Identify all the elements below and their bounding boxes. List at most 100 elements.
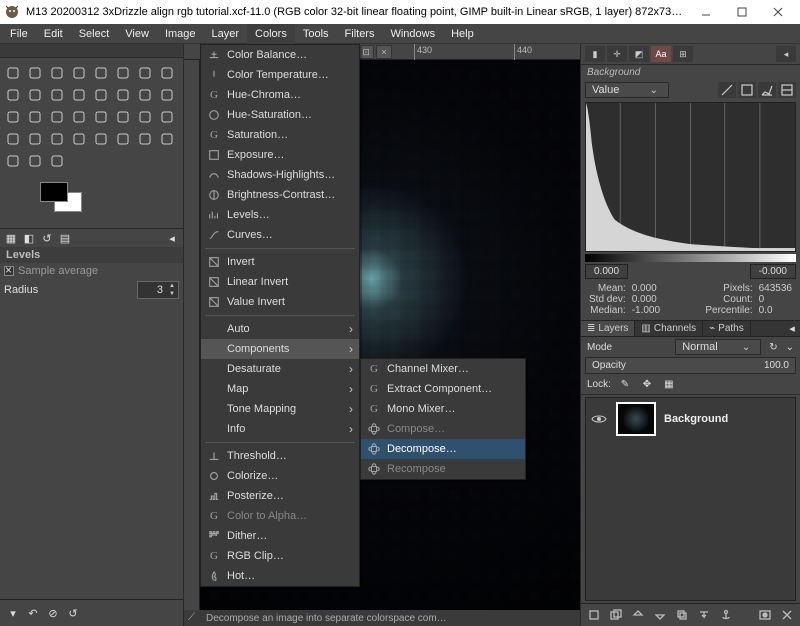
lock-alpha-icon[interactable]: ▦ (661, 376, 677, 392)
menu-item-map[interactable]: Map (201, 379, 359, 399)
mode-dropdown[interactable]: Normal⌄ (675, 339, 761, 355)
close-button[interactable] (760, 0, 796, 24)
tool-paths[interactable] (24, 84, 46, 106)
menu-colors[interactable]: Colors (247, 24, 295, 44)
menu-item-invert[interactable]: Invert (201, 252, 359, 272)
merge-down-icon[interactable] (694, 606, 714, 624)
linear-hist-icon[interactable] (718, 82, 736, 98)
menu-item-hot[interactable]: Hot… (201, 566, 359, 586)
histogram-tab-icon[interactable]: ▮ (585, 46, 605, 62)
tool-clone[interactable] (134, 128, 156, 150)
menu-item-threshold[interactable]: Threshold… (201, 446, 359, 466)
duplicate-layer-icon[interactable] (672, 606, 692, 624)
lock-pixels-icon[interactable]: ✎ (617, 376, 633, 392)
tool-free-select[interactable] (90, 62, 112, 84)
menu-item-tone-mapping[interactable]: Tone Mapping (201, 399, 359, 419)
undo-history-icon[interactable]: ↺ (40, 231, 54, 245)
tool-measure[interactable] (68, 84, 90, 106)
tool-smudge[interactable] (24, 150, 46, 172)
font-aa-icon[interactable]: Aa (651, 46, 671, 62)
menu-select[interactable]: Select (71, 24, 118, 44)
menu-item-dither[interactable]: Dither… (201, 526, 359, 546)
tool-options-tab-icon[interactable]: ▦ (4, 231, 18, 245)
menu-windows[interactable]: Windows (382, 24, 443, 44)
menu-item-saturation[interactable]: GSaturation… (201, 125, 359, 145)
tool-pencil[interactable] (2, 128, 24, 150)
tool-warp[interactable] (90, 106, 112, 128)
menu-item-posterize[interactable]: Posterize… (201, 486, 359, 506)
visibility-eye-icon[interactable] (590, 410, 608, 428)
log-hist-icon[interactable] (738, 82, 756, 98)
tool-ink[interactable] (90, 128, 112, 150)
raise-layer-icon[interactable] (628, 606, 648, 624)
images-list-icon[interactable]: ▤ (58, 231, 72, 245)
tool-mypaint[interactable] (112, 128, 134, 150)
quick-mask-icon[interactable]: ⊡ (358, 45, 374, 59)
tool-align[interactable] (24, 62, 46, 84)
tool-scissors[interactable] (156, 62, 178, 84)
menu-item-info[interactable]: Info (201, 419, 359, 439)
switch-mode-icon[interactable]: ↻ (767, 342, 779, 353)
fg-color-swatch[interactable] (40, 182, 68, 202)
tab-layers[interactable]: ≣Layers (581, 321, 635, 336)
delete-layer-icon[interactable] (777, 606, 797, 624)
radius-spinner-arrows[interactable]: ▲▼ (166, 282, 178, 298)
radius-spinner[interactable]: 3 ▲▼ (137, 281, 179, 299)
tool-color-select[interactable] (134, 62, 156, 84)
opacity-value[interactable]: 100.0 (764, 360, 789, 371)
dock-menu-icon[interactable]: ◂ (776, 46, 796, 62)
menu-item-curves[interactable]: Curves… (201, 225, 359, 245)
menu-item-auto[interactable]: Auto (201, 319, 359, 339)
tool-paintbrush[interactable] (24, 128, 46, 150)
tool-heal[interactable] (156, 128, 178, 150)
delete-options-icon[interactable]: ⊘ (44, 604, 62, 622)
menu-tools[interactable]: Tools (295, 24, 337, 44)
tool-airbrush[interactable] (68, 128, 90, 150)
menu-item-value-invert[interactable]: Value Invert (201, 292, 359, 312)
tool-blur[interactable] (2, 150, 24, 172)
histogram-display[interactable] (585, 102, 796, 252)
tool-gradient[interactable] (156, 106, 178, 128)
sample-average-checkbox[interactable] (4, 266, 14, 276)
navigator-tab-icon[interactable]: ⊞ (673, 46, 693, 62)
channel-dropdown[interactable]: Value ⌄ (585, 82, 669, 98)
menu-item-extract-component[interactable]: GExtract Component… (361, 379, 525, 399)
menu-filters[interactable]: Filters (337, 24, 383, 44)
mode-chevron-icon[interactable]: ⌄ (786, 342, 794, 353)
restore-options-icon[interactable]: ↶ (24, 604, 42, 622)
lower-layer-icon[interactable] (650, 606, 670, 624)
tool-scale[interactable] (156, 84, 178, 106)
tab-channels[interactable]: ▥Channels (635, 321, 703, 336)
menu-item-linear-invert[interactable]: Linear Invert (201, 272, 359, 292)
layer-name-label[interactable]: Background (664, 413, 728, 425)
tool-crop[interactable] (112, 84, 134, 106)
sample-points-icon[interactable]: ◩ (629, 46, 649, 62)
tool-eraser[interactable] (46, 128, 68, 150)
color-swatches[interactable] (40, 182, 90, 222)
menu-item-color-temperature[interactable]: Color Temperature… (201, 65, 359, 85)
lock-position-icon[interactable]: ✥ (639, 376, 655, 392)
menu-item-desaturate[interactable]: Desaturate (201, 359, 359, 379)
tool-ellipse-select[interactable] (68, 62, 90, 84)
menu-item-rgb-clip[interactable]: GRGB Clip… (201, 546, 359, 566)
menu-item-shadows-highlights[interactable]: Shadows-Highlights… (201, 165, 359, 185)
tool-rotate[interactable] (134, 84, 156, 106)
new-group-icon[interactable] (606, 606, 626, 624)
menu-help[interactable]: Help (443, 24, 482, 44)
tool-fuzzy-select[interactable] (112, 62, 134, 84)
menu-item-hue-chroma[interactable]: GHue-Chroma… (201, 85, 359, 105)
sample-average-checkbox-row[interactable]: Sample average (0, 263, 183, 279)
menu-item-colorize[interactable]: Colorize… (201, 466, 359, 486)
tool-perspective[interactable] (24, 106, 46, 128)
rgb-hist-icon[interactable] (778, 82, 796, 98)
tool-shear[interactable] (2, 106, 24, 128)
tool-move[interactable] (2, 62, 24, 84)
range-high[interactable]: -0.000 (750, 264, 796, 279)
menu-item-components[interactable]: Components (201, 339, 359, 359)
menu-item-exposure[interactable]: Exposure… (201, 145, 359, 165)
menu-item-channel-mixer[interactable]: GChannel Mixer… (361, 359, 525, 379)
tab-paths[interactable]: ⌁Paths (703, 321, 751, 336)
tool-color-picker[interactable] (46, 84, 68, 106)
tool-text[interactable] (112, 106, 134, 128)
tool-cage[interactable] (68, 106, 90, 128)
